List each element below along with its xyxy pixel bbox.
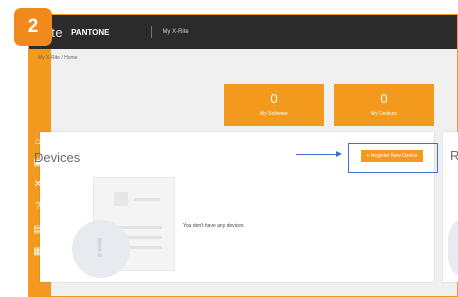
right-card-title: R bbox=[450, 148, 458, 163]
software-label: My Software bbox=[260, 111, 288, 117]
pointer-arrow bbox=[296, 154, 338, 155]
software-count: 0 bbox=[270, 91, 278, 106]
my-software-tile[interactable]: 0 My Software bbox=[224, 84, 324, 126]
devices-card-title: Devices bbox=[34, 150, 81, 165]
pointer-arrowhead bbox=[336, 151, 342, 157]
nav-divider bbox=[151, 26, 153, 38]
pantone-logo: PANTONE bbox=[71, 27, 110, 37]
nav-link-my-xrite[interactable]: My X-Rite bbox=[162, 29, 188, 35]
top-navigation-bar: rite PANTONE My X-Rite bbox=[29, 15, 457, 49]
devices-count: 0 bbox=[380, 91, 388, 106]
devices-label: My Devices bbox=[371, 111, 397, 117]
exclamation-icon: ! bbox=[95, 232, 105, 263]
empty-devices-message: You don't have any devices bbox=[183, 223, 244, 229]
step-number-badge: 2 bbox=[14, 8, 52, 46]
breadcrumb[interactable]: My X-Rite / Home bbox=[38, 55, 77, 61]
register-new-device-button[interactable]: + Register New Device bbox=[361, 150, 423, 162]
my-devices-tile[interactable]: 0 My Devices bbox=[334, 84, 434, 126]
